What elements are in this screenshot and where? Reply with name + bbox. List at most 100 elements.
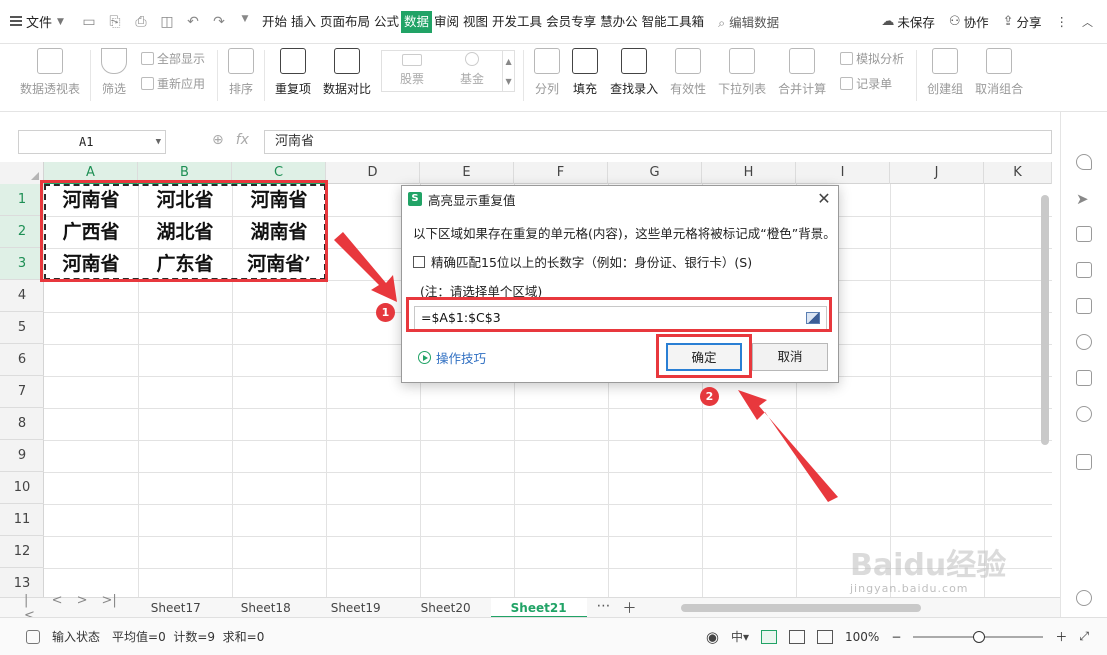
sheet-tab-sheet19[interactable]: Sheet19 <box>311 598 401 618</box>
page-layout-view-icon[interactable] <box>789 629 805 644</box>
column-header-f[interactable]: F <box>514 162 608 184</box>
add-sheet-icon[interactable]: ＋ <box>623 598 637 618</box>
row-header-6[interactable]: 6 <box>0 344 44 376</box>
collab-button[interactable]: ⚇ 协作 <box>949 12 989 31</box>
sheet-tab-sheet18[interactable]: Sheet18 <box>221 598 311 618</box>
row-header-7[interactable]: 7 <box>0 376 44 408</box>
row-header-1[interactable]: 1 <box>0 184 44 216</box>
macro-icon[interactable] <box>26 629 40 644</box>
eye-protection-icon[interactable]: ◉ <box>706 628 719 646</box>
crop-icon[interactable] <box>1076 262 1092 278</box>
sheet-tab-sheet20[interactable]: Sheet20 <box>401 598 491 618</box>
name-box[interactable]: A1 ▼ <box>18 130 166 154</box>
dropdown-list-button[interactable]: 下拉列表 <box>712 44 772 111</box>
pivot-table-button[interactable]: 数据透视表 <box>14 44 86 111</box>
row-header-12[interactable]: 12 <box>0 536 44 568</box>
close-icon[interactable]: ✕ <box>810 186 838 212</box>
settings-icon[interactable] <box>1076 590 1092 606</box>
export-icon[interactable]: ⎘ <box>106 14 124 30</box>
gallery-down-icon[interactable]: ▼ <box>505 77 511 86</box>
share-button[interactable]: ⇪ 分享 <box>1003 12 1042 31</box>
tab-smart-toolbox[interactable]: 智能工具箱 <box>640 11 707 33</box>
zoom-out-icon[interactable]: − <box>891 630 901 644</box>
compass-icon[interactable] <box>1076 334 1092 350</box>
validity-button[interactable]: 有效性 <box>664 44 712 111</box>
row-header-8[interactable]: 8 <box>0 408 44 440</box>
tab-data[interactable]: 数据 <box>401 10 433 33</box>
row-header-10[interactable]: 10 <box>0 472 44 504</box>
vertical-scrollbar[interactable] <box>1038 185 1052 585</box>
duplicates-button[interactable]: 重复项 <box>269 44 317 111</box>
create-group-button[interactable]: 创建组 <box>921 44 969 111</box>
fill-button[interactable]: 填充 <box>566 44 604 111</box>
book-search-icon[interactable] <box>1076 370 1092 386</box>
ungroup-button[interactable]: 取消组合 <box>969 44 1029 111</box>
zoom-level[interactable]: 100% <box>845 630 879 644</box>
gallery-up-icon[interactable]: ▲ <box>505 57 511 66</box>
command-search[interactable]: ⌕ 编辑数据 <box>718 12 779 31</box>
column-header-d[interactable]: D <box>326 162 420 184</box>
cancel-button[interactable]: 取消 <box>752 343 828 371</box>
undo-icon[interactable]: ↶ <box>184 14 202 30</box>
tab-view[interactable]: 视图 <box>461 11 490 33</box>
stock-button[interactable]: 股票 <box>382 51 442 91</box>
data-compare-button[interactable]: 数据对比 <box>317 44 377 111</box>
filter-button[interactable]: 筛选 <box>95 44 133 111</box>
more-sheets-icon[interactable]: ⋯ <box>597 598 611 618</box>
lookup-entry-button[interactable]: 查找录入 <box>604 44 664 111</box>
sort-button[interactable]: 排序 <box>222 44 260 111</box>
record-form-button[interactable]: 记录单 <box>840 75 904 92</box>
checkbox-icon[interactable] <box>413 255 425 268</box>
cursor-icon[interactable]: ➤ <box>1076 190 1092 208</box>
image-icon[interactable] <box>1076 298 1092 314</box>
tab-page-layout[interactable]: 页面布局 <box>318 11 372 33</box>
preview-icon[interactable]: ◫ <box>158 14 176 30</box>
chevron-down-icon[interactable]: ▼ <box>156 131 161 153</box>
fund-button[interactable]: 基金 <box>442 51 502 91</box>
zoom-slider[interactable] <box>913 630 1044 643</box>
row-header-11[interactable]: 11 <box>0 504 44 536</box>
redo-icon[interactable]: ↷ <box>210 14 228 30</box>
horizontal-scroll-thumb[interactable] <box>680 603 921 612</box>
sheet-tab-sheet17[interactable]: Sheet17 <box>131 598 221 618</box>
fx-icon[interactable]: fx <box>236 132 249 148</box>
column-header-i[interactable]: I <box>796 162 890 184</box>
tab-huibangong[interactable]: 慧办公 <box>598 11 640 33</box>
customize-icon[interactable]: ▼ <box>236 14 254 30</box>
tab-home[interactable]: 开始 <box>260 11 289 33</box>
row-header-9[interactable]: 9 <box>0 440 44 472</box>
row-header-3[interactable]: 3 <box>0 248 44 280</box>
normal-view-icon[interactable] <box>761 629 777 644</box>
long-number-checkbox[interactable]: 精确匹配15位以上的长数字（例如：身份证、银行卡）(S) <box>413 252 752 271</box>
column-header-h[interactable]: H <box>702 162 796 184</box>
consolidate-button[interactable]: 合并计算 <box>772 44 832 111</box>
zoom-in-icon[interactable]: ＋ <box>1055 628 1067 645</box>
sliders-icon[interactable] <box>1076 226 1092 242</box>
row-header-5[interactable]: 5 <box>0 312 44 344</box>
vertical-scroll-thumb[interactable] <box>1041 195 1049 445</box>
rocket-icon[interactable] <box>1076 154 1092 170</box>
column-header-g[interactable]: G <box>608 162 702 184</box>
save-icon[interactable]: ▭ <box>80 14 98 30</box>
help-icon[interactable] <box>1076 406 1092 422</box>
tips-link[interactable]: 操作技巧 <box>418 348 486 367</box>
tools-icon[interactable] <box>1076 454 1092 470</box>
more-icon[interactable]: ⋮ <box>1056 14 1069 29</box>
menu-icon[interactable] <box>10 16 22 26</box>
print-icon[interactable]: ⎙ <box>132 14 150 30</box>
reapply-button[interactable]: 重新应用 <box>141 75 205 92</box>
row-header-4[interactable]: 4 <box>0 280 44 312</box>
column-header-k[interactable]: K <box>984 162 1052 184</box>
column-header-e[interactable]: E <box>420 162 514 184</box>
column-header-j[interactable]: J <box>890 162 984 184</box>
zoom-slider-thumb[interactable] <box>973 630 986 643</box>
tab-formulas[interactable]: 公式 <box>372 11 401 33</box>
tab-developer[interactable]: 开发工具 <box>490 11 544 33</box>
language-icon[interactable]: 中▾ <box>731 628 749 645</box>
row-header-2[interactable]: 2 <box>0 216 44 248</box>
sheet-tab-sheet21[interactable]: Sheet21 <box>490 597 587 618</box>
horizontal-scrollbar[interactable] <box>680 603 1060 613</box>
simulate-analysis-button[interactable]: 模拟分析 <box>840 50 904 67</box>
tab-member[interactable]: 会员专享 <box>544 11 598 33</box>
formula-input[interactable]: 河南省 <box>264 130 1052 154</box>
